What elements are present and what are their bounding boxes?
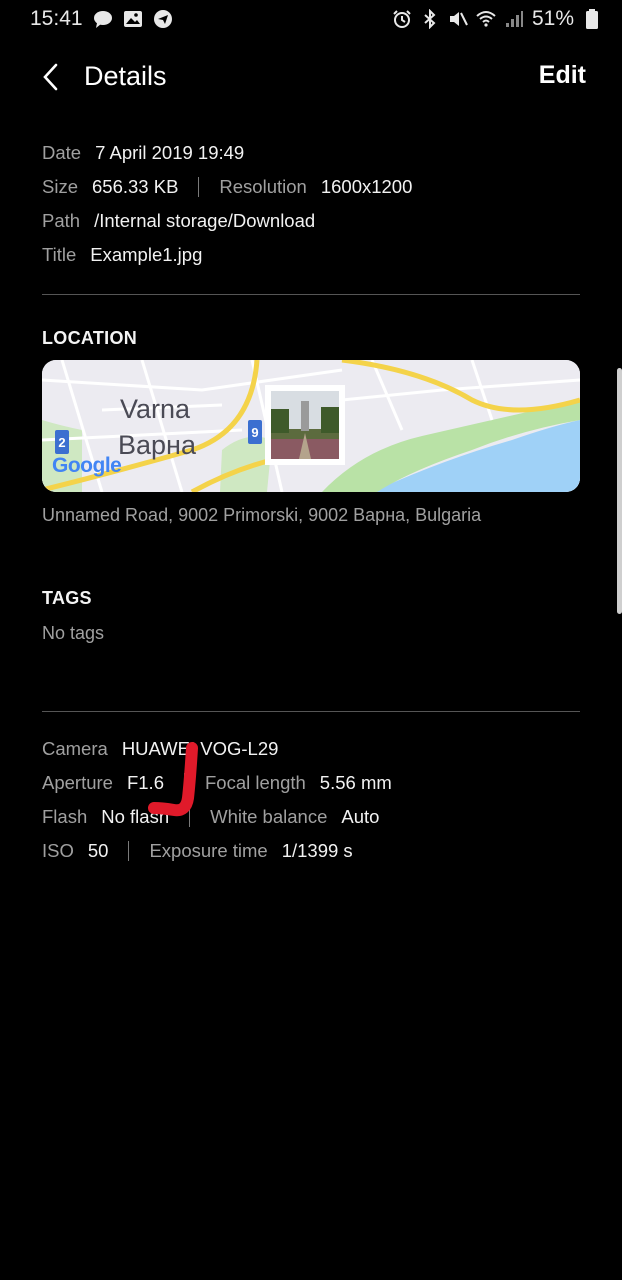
battery-icon xyxy=(582,9,598,29)
photo-thumbnail[interactable] xyxy=(265,385,345,465)
resolution-label: Resolution xyxy=(219,176,307,197)
white-balance-label: White balance xyxy=(210,806,328,827)
separator xyxy=(198,177,200,197)
path-row: Path /Internal storage/Download xyxy=(42,206,315,236)
divider xyxy=(42,294,580,295)
aperture-label: Aperture xyxy=(42,772,113,793)
bluetooth-icon xyxy=(420,9,440,29)
scrollbar[interactable] xyxy=(617,368,622,614)
header-bar: Details Edit xyxy=(0,48,622,106)
map-city-label-cyrillic: Варна xyxy=(118,430,196,460)
back-button[interactable] xyxy=(34,60,68,94)
chat-bubble-icon xyxy=(93,9,113,29)
google-logo-text: Google xyxy=(52,454,122,477)
chevron-left-icon xyxy=(43,63,58,91)
status-bar: 15:41 51% xyxy=(0,0,622,38)
date-row: Date 7 April 2019 19:49 xyxy=(42,138,244,168)
flash-label: Flash xyxy=(42,806,88,827)
google-logo: Google xyxy=(52,454,122,478)
map-city-label-latin: Varna xyxy=(120,394,191,424)
wifi-icon xyxy=(476,9,496,29)
tags-empty-text: No tags xyxy=(42,623,105,643)
edit-button[interactable]: Edit xyxy=(539,61,586,90)
gallery-icon xyxy=(123,9,143,29)
path-label: Path xyxy=(42,210,81,231)
path-value: /Internal storage/Download xyxy=(94,210,316,231)
camera-label: Camera xyxy=(42,738,108,759)
red-scribble-annotation xyxy=(148,742,198,817)
focal-length-label: Focal length xyxy=(205,772,306,793)
resolution-value: 1600x1200 xyxy=(320,176,413,197)
size-resolution-row: Size 656.33 KB Resolution 1600x1200 xyxy=(42,172,412,202)
date-label: Date xyxy=(42,142,82,163)
date-value: 7 April 2019 19:49 xyxy=(95,142,245,163)
size-label: Size xyxy=(42,176,78,197)
title-label: Title xyxy=(42,244,77,265)
photo-thumbnail-image xyxy=(271,391,339,459)
iso-exposure-row: ISO 50 Exposure time 1/1399 s xyxy=(42,836,353,866)
road-number-badge: 9 xyxy=(248,420,262,444)
separator xyxy=(128,841,130,861)
size-value: 656.33 KB xyxy=(92,176,179,197)
telegram-icon xyxy=(153,9,173,29)
mute-icon xyxy=(448,9,468,29)
focal-length-value: 5.56 mm xyxy=(319,772,392,793)
title-row: Title Example1.jpg xyxy=(42,240,202,270)
page-title: Details xyxy=(84,61,167,91)
exposure-time-value: 1/1399 s xyxy=(281,840,353,861)
battery-percent: 51% xyxy=(531,7,574,30)
signal-icon xyxy=(504,9,524,29)
status-time: 15:41 xyxy=(30,7,83,30)
iso-label: ISO xyxy=(42,840,74,861)
title-value: Example1.jpg xyxy=(90,244,203,265)
location-heading: LOCATION xyxy=(42,328,138,348)
tags-heading: TAGS xyxy=(42,588,92,608)
iso-value: 50 xyxy=(87,840,109,861)
alarm-icon xyxy=(392,9,412,29)
white-balance-value: Auto xyxy=(341,806,380,827)
location-address: Unnamed Road, 9002 Primorski, 9002 Варна… xyxy=(42,505,482,525)
exposure-time-label: Exposure time xyxy=(149,840,268,861)
location-map[interactable]: Varna Варна 2 9 Google xyxy=(42,360,580,492)
road-number-badge: 2 xyxy=(55,430,69,454)
divider xyxy=(42,711,580,712)
